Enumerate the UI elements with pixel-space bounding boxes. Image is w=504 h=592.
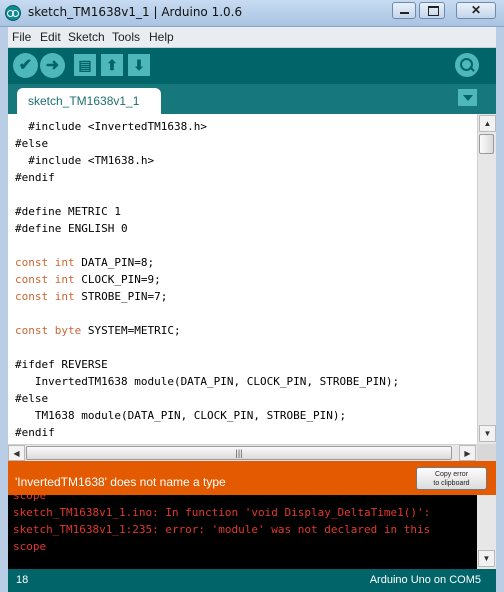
code-text: CLOCK_PIN=9;: [74, 273, 161, 286]
arduino-logo-icon: [5, 5, 21, 21]
footer-status: 18 Arduino Uno on COM5: [8, 569, 496, 592]
console-vertical-scrollbar[interactable]: ▼: [477, 495, 496, 569]
menu-edit[interactable]: Edit: [40, 30, 61, 44]
code-line: #define METRIC 1: [15, 205, 121, 218]
serial-monitor-icon[interactable]: [455, 53, 479, 77]
window-frame-left: [0, 27, 8, 592]
line-number: 18: [16, 574, 29, 586]
tab-menu-button[interactable]: [458, 89, 477, 106]
code-line: const int STROBE_PIN=7;: [8, 288, 477, 305]
upload-button[interactable]: ➜: [40, 53, 65, 78]
save-sketch-button[interactable]: ⬇: [128, 54, 150, 76]
copy-error-label: Copy error: [434, 471, 469, 478]
code-keyword: const int: [15, 273, 75, 286]
minimize-button[interactable]: [392, 2, 416, 19]
scroll-down-icon[interactable]: ▼: [479, 425, 496, 442]
new-sketch-button[interactable]: ▤: [74, 54, 96, 76]
scroll-right-icon[interactable]: ▶: [459, 445, 476, 461]
code-line: #define ENGLISH 0: [15, 222, 128, 235]
menu-bar: File Edit Sketch Tools Help: [8, 27, 496, 48]
console-line: sketch_TM1638v1_1:235: error: 'module' w…: [13, 523, 431, 536]
close-button[interactable]: ✕: [456, 2, 496, 19]
editor-horizontal-scrollbar[interactable]: ◀ ||| ▶: [8, 444, 477, 461]
open-sketch-button[interactable]: ⬆: [101, 54, 123, 76]
code-keyword: const int: [15, 256, 75, 269]
tab-bar: sketch_TM1638v1_1: [8, 84, 496, 114]
console-output[interactable]: scope sketch_TM1638v1_1.ino: In function …: [8, 495, 477, 569]
code-text: STROBE_PIN=7;: [74, 290, 168, 303]
board-info: Arduino Uno on COM5: [369, 574, 481, 586]
scroll-up-icon[interactable]: ▲: [479, 115, 496, 132]
code-line: #include <InvertedTM1638.h>: [15, 120, 208, 133]
menu-sketch[interactable]: Sketch: [68, 30, 105, 44]
copy-error-label-2: to clipboard: [433, 480, 470, 487]
editor-hscroll-thumb[interactable]: |||: [26, 446, 452, 460]
verify-button[interactable]: ✔: [13, 53, 38, 78]
scroll-corner: [477, 444, 496, 461]
code-text: SYSTEM=METRIC;: [81, 324, 181, 337]
code-line: TM1638 module(DATA_PIN, CLOCK_PIN, STROB…: [15, 409, 347, 422]
code-line: #include <TM1638.h>: [15, 154, 155, 167]
toolbar: ✔ ➜ ▤ ⬆ ⬇: [8, 48, 496, 84]
editor-vertical-scrollbar[interactable]: ▲ ▼: [477, 114, 496, 444]
code-line-error: InvertedTM1638 module(DATA_PIN, CLOCK_PI…: [15, 375, 400, 388]
code-line: #endif: [15, 171, 55, 184]
code-keyword: const byte: [15, 324, 82, 337]
console-scroll-down-icon[interactable]: ▼: [478, 550, 495, 567]
scroll-left-icon[interactable]: ◀: [8, 445, 25, 461]
console-line: scope: [13, 495, 47, 502]
code-keyword: const int: [15, 290, 75, 303]
menu-help[interactable]: Help: [149, 30, 174, 44]
code-line: const int CLOCK_PIN=9;: [8, 271, 477, 288]
editor-vscroll-thumb[interactable]: [479, 134, 494, 154]
code-line: const int DATA_PIN=8;: [8, 254, 477, 271]
code-line: #else: [15, 392, 49, 405]
console-line: scope: [13, 540, 47, 553]
window-titlebar: sketch_TM1638v1_1 | Arduino 1.0.6 ✕: [0, 0, 504, 27]
error-message: 'InvertedTM1638' does not name a type: [15, 475, 226, 489]
copy-error-button[interactable]: Copy error to clipboard: [416, 467, 487, 490]
error-status-bar: 'InvertedTM1638' does not name a type Co…: [8, 461, 496, 495]
code-line: #ifdef REVERSE: [15, 358, 108, 371]
code-line: #endif: [15, 426, 55, 439]
code-line: const byte SYSTEM=METRIC;: [8, 322, 477, 339]
maximize-button[interactable]: [419, 2, 445, 19]
window-frame-right: [496, 27, 504, 592]
console-line: sketch_TM1638v1_1.ino: In function 'void…: [13, 506, 431, 519]
menu-file[interactable]: File: [12, 30, 31, 44]
code-editor[interactable]: #include <InvertedTM1638.h> #else #includ…: [8, 114, 477, 444]
window-title: sketch_TM1638v1_1 | Arduino 1.0.6: [28, 5, 243, 19]
menu-tools[interactable]: Tools: [112, 30, 140, 44]
code-line: #else: [15, 137, 49, 150]
tab-sketch[interactable]: sketch_TM1638v1_1: [17, 88, 161, 114]
code-text: DATA_PIN=8;: [74, 256, 155, 269]
